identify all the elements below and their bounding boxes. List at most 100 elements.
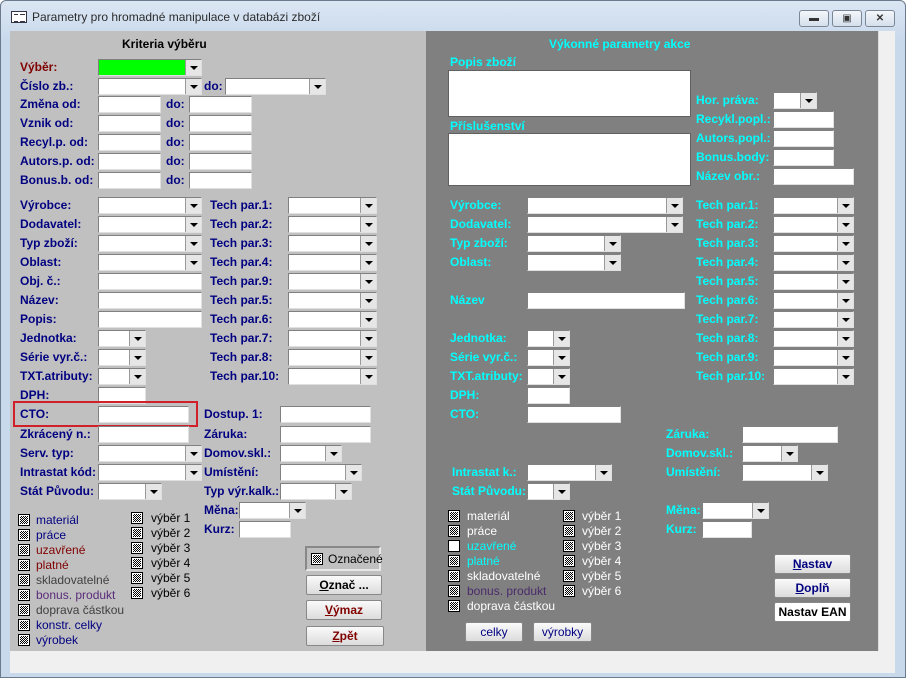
oznacene-checkbox[interactable] (311, 553, 323, 565)
vyber-checkbox-label[interactable]: výběr 6 (151, 586, 190, 600)
vymaz-button[interactable]: Výmaz (306, 600, 382, 620)
checkbox-label[interactable]: výrobek (36, 633, 78, 647)
typ-combo[interactable] (98, 235, 202, 252)
cto-input[interactable] (527, 406, 621, 423)
tech-par-combo[interactable] (773, 368, 854, 385)
dropdown-arrow-icon[interactable] (289, 503, 305, 518)
umisteni-combo[interactable] (742, 464, 828, 481)
dropdown-arrow-icon[interactable] (837, 369, 853, 384)
vyrobce-combo[interactable] (527, 197, 683, 214)
dropdown-arrow-icon[interactable] (553, 369, 569, 384)
typ-vyr-kalk-combo[interactable] (280, 483, 352, 500)
dropdown-arrow-icon[interactable] (666, 217, 682, 232)
dropdown-arrow-icon[interactable] (360, 312, 376, 327)
popis-input[interactable] (98, 311, 202, 328)
checkbox[interactable] (18, 559, 30, 571)
zmena-to-input[interactable] (189, 96, 252, 113)
dropdown-arrow-icon[interactable] (185, 217, 201, 232)
dropdown-arrow-icon[interactable] (666, 198, 682, 213)
tech-par-combo[interactable] (773, 216, 854, 233)
vyber-checkbox[interactable] (563, 585, 575, 597)
txt-combo[interactable] (98, 368, 146, 385)
checkbox[interactable] (448, 540, 460, 552)
cislo-zbozi-from-combo[interactable] (98, 78, 202, 95)
dropdown-arrow-icon[interactable] (360, 331, 376, 346)
intrastat-combo[interactable] (98, 464, 202, 481)
tech-par-combo[interactable] (288, 216, 377, 233)
oznacene-toggle[interactable]: Označené (305, 546, 383, 571)
tech-par-combo[interactable] (773, 235, 854, 252)
dropdown-arrow-icon[interactable] (553, 484, 569, 499)
dropdown-arrow-icon[interactable] (752, 503, 768, 518)
vyber-checkbox-label[interactable]: výběr 4 (582, 554, 621, 568)
tech-par-combo[interactable] (288, 235, 377, 252)
zkraceny-input[interactable] (98, 426, 189, 443)
nazev-input[interactable] (98, 292, 202, 309)
dph-input[interactable] (527, 387, 570, 404)
dropdown-arrow-icon[interactable] (837, 217, 853, 232)
oblast-combo[interactable] (98, 254, 202, 271)
vyrobce-combo[interactable] (98, 197, 202, 214)
recyl-from-input[interactable] (98, 134, 161, 151)
dropdown-arrow-icon[interactable] (837, 350, 853, 365)
nastav-ean-button[interactable]: Nastav EAN (774, 602, 851, 622)
tech-par-combo[interactable] (288, 254, 377, 271)
vyber-checkbox-label[interactable]: výběr 5 (151, 571, 190, 585)
dropdown-arrow-icon[interactable] (781, 446, 797, 461)
zaruka-input[interactable] (280, 426, 371, 443)
dropdown-arrow-icon[interactable] (185, 446, 201, 461)
dropdown-arrow-icon[interactable] (309, 79, 325, 94)
mena-combo[interactable] (702, 502, 769, 519)
jednotka-combo[interactable] (98, 330, 146, 347)
obj-input[interactable] (98, 273, 202, 290)
vyber-checkbox-label[interactable]: výběr 5 (582, 569, 621, 583)
zpet-button[interactable]: Zpět (306, 626, 384, 646)
checkbox-label[interactable]: uzavřené (36, 543, 85, 557)
vyber-checkbox-label[interactable]: výběr 4 (151, 556, 190, 570)
checkbox[interactable] (448, 585, 460, 597)
checkbox[interactable] (18, 529, 30, 541)
checkbox[interactable] (18, 634, 30, 646)
dropdown-arrow-icon[interactable] (185, 465, 201, 480)
oblast-combo[interactable] (527, 254, 621, 271)
dropdown-arrow-icon[interactable] (185, 255, 201, 270)
dropdown-arrow-icon[interactable] (811, 465, 827, 480)
dropdown-arrow-icon[interactable] (800, 93, 816, 108)
dropdown-arrow-icon[interactable] (185, 236, 201, 251)
vyber-checkbox[interactable] (563, 555, 575, 567)
tech-par-combo[interactable] (773, 273, 854, 290)
vyber-checkbox-label[interactable]: výběr 6 (582, 584, 621, 598)
vyber-checkbox[interactable] (563, 525, 575, 537)
vyber-checkbox-label[interactable]: výběr 3 (151, 541, 190, 555)
cislo-zbozi-to-combo[interactable] (225, 78, 326, 95)
prislusenstvi-textarea[interactable] (448, 133, 691, 186)
checkbox-label[interactable]: doprava částkou (36, 603, 124, 617)
tech-par-combo[interactable] (773, 311, 854, 328)
recykl-popl-input[interactable] (773, 111, 834, 128)
checkbox-label[interactable]: doprava částkou (467, 599, 555, 613)
dropdown-arrow-icon[interactable] (553, 331, 569, 346)
checkbox-label[interactable]: skladovatelné (467, 569, 540, 583)
checkbox[interactable] (448, 570, 460, 582)
checkbox-label[interactable]: materiál (467, 509, 510, 523)
dropdown-arrow-icon[interactable] (360, 369, 376, 384)
checkbox[interactable] (448, 600, 460, 612)
dropdown-arrow-icon[interactable] (360, 274, 376, 289)
vyber-checkbox[interactable] (131, 512, 143, 524)
tech-par-combo[interactable] (288, 330, 377, 347)
dropdown-arrow-icon[interactable] (185, 198, 201, 213)
checkbox-label[interactable]: skladovatelné (36, 573, 109, 587)
tech-par-combo[interactable] (288, 349, 377, 366)
vyber-checkbox[interactable] (131, 572, 143, 584)
txt-combo[interactable] (527, 368, 570, 385)
vyber-checkbox[interactable] (131, 557, 143, 569)
dropdown-arrow-icon[interactable] (129, 369, 145, 384)
intrastat-combo[interactable] (527, 464, 612, 481)
dropdown-arrow-icon[interactable] (360, 255, 376, 270)
checkbox[interactable] (18, 574, 30, 586)
kurz-input[interactable] (702, 521, 752, 538)
tech-par-combo[interactable] (773, 197, 854, 214)
dropdown-arrow-icon[interactable] (837, 198, 853, 213)
zaruka-input[interactable] (742, 426, 838, 443)
vyber-combo[interactable] (98, 59, 202, 76)
